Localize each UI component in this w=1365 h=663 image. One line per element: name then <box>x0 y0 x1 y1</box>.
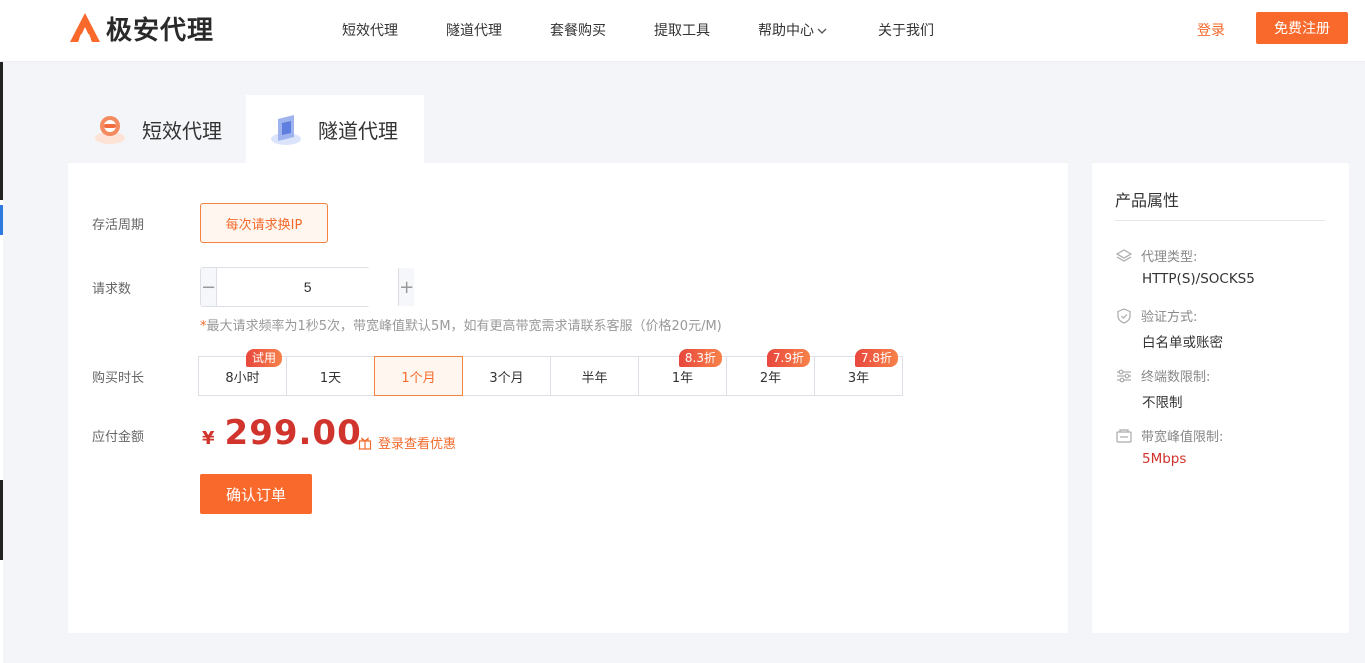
sliders-icon <box>1117 369 1131 382</box>
window-edge <box>0 0 3 663</box>
duration-option-1y[interactable]: 1年 8.3折 <box>638 349 727 396</box>
chevron-down-icon <box>817 28 827 34</box>
property-auth-method: 验证方式: 白名单或账密 <box>1115 306 1335 351</box>
tab-tunnel-proxy-label: 隧道代理 <box>318 118 398 143</box>
nav-tunnel-proxy[interactable]: 隧道代理 <box>446 20 502 40</box>
short-proxy-icon <box>95 116 125 144</box>
discount-badge: 7.8折 <box>854 349 898 367</box>
discount-badge: 7.9折 <box>766 349 810 367</box>
price-amount: 299.00 <box>224 413 362 453</box>
requests-label: 请求数 <box>92 282 132 297</box>
duration-options: 8小时 试用 1天 1个月 3个月 半年 1年 8.3折 2年 7.9折 3年 … <box>198 349 903 396</box>
nav-short-proxy[interactable]: 短效代理 <box>342 20 398 40</box>
price-display: ¥ 299.00 <box>202 413 362 453</box>
shield-icon <box>1117 307 1131 324</box>
currency-symbol: ¥ <box>202 428 215 449</box>
property-value: 不限制 <box>1142 395 1183 411</box>
cycle-label: 存活周期 <box>92 218 145 233</box>
logo-text: 极安代理 <box>106 15 215 46</box>
duration-option-label: 2年 <box>759 370 782 386</box>
property-value: HTTP(S)/SOCKS5 <box>1142 271 1255 287</box>
duration-option-3m[interactable]: 3个月 <box>462 356 551 396</box>
register-button[interactable]: 免费注册 <box>1256 12 1348 44</box>
property-terminal-limit: 终端数限制: 不限制 <box>1115 366 1335 411</box>
requests-stepper: − + <box>200 267 415 307</box>
duration-option-half-year[interactable]: 半年 <box>550 356 639 396</box>
duration-option-1m[interactable]: 1个月 <box>374 356 463 396</box>
increment-button[interactable]: + <box>398 268 415 306</box>
property-proxy-type: 代理类型: HTTP(S)/SOCKS5 <box>1115 246 1335 287</box>
property-label: 验证方式: <box>1141 310 1198 325</box>
logo[interactable]: 极安代理 <box>68 11 215 46</box>
divider <box>1115 220 1325 221</box>
order-card: 存活周期 每次请求换IP 请求数 − + *最大请求频率为1秒5次，带宽峰值默认… <box>68 163 1068 633</box>
layers-icon <box>1115 248 1133 262</box>
bandwidth-hint: *最大请求频率为1秒5次，带宽峰值默认5M，如有更高带宽需求请联系客服（价格20… <box>200 315 722 334</box>
duration-option-label: 1年 <box>671 370 694 386</box>
gift-icon <box>358 436 372 450</box>
promo-text: 登录查看优惠 <box>378 437 457 452</box>
tab-short-proxy[interactable]: 短效代理 <box>68 95 244 163</box>
top-header: 极安代理 短效代理 隧道代理 套餐购买 提取工具 帮助中心 关于我们 登录 免费… <box>0 0 1365 62</box>
duration-option-3y[interactable]: 3年 7.8折 <box>814 349 903 396</box>
bandwidth-icon <box>1116 428 1132 443</box>
property-value: 白名单或账密 <box>1142 335 1223 351</box>
duration-option-label: 1个月 <box>401 370 436 386</box>
nav-extract-tool[interactable]: 提取工具 <box>654 20 710 40</box>
property-value: 5Mbps <box>1142 451 1187 467</box>
duration-option-label: 1天 <box>319 370 342 386</box>
tab-short-proxy-label: 短效代理 <box>142 118 222 143</box>
duration-option-label: 3个月 <box>489 370 524 386</box>
logo-icon <box>70 13 100 42</box>
cycle-option-button[interactable]: 每次请求换IP <box>200 203 328 243</box>
amount-label: 应付金额 <box>92 430 145 445</box>
properties-title: 产品属性 <box>1115 191 1180 210</box>
property-bandwidth-limit: 带宽峰值限制: 5Mbps <box>1115 426 1335 467</box>
tunnel-proxy-icon <box>271 115 301 145</box>
property-label: 终端数限制: <box>1141 370 1211 385</box>
duration-option-1d[interactable]: 1天 <box>286 356 375 396</box>
confirm-order-button[interactable]: 确认订单 <box>200 474 312 514</box>
trial-badge: 试用 <box>245 349 282 367</box>
duration-option-label: 3年 <box>847 370 870 386</box>
property-label: 带宽峰值限制: <box>1141 430 1224 445</box>
decrement-button[interactable]: − <box>201 268 218 306</box>
nav-package-buy[interactable]: 套餐购买 <box>550 20 606 40</box>
promo-link[interactable]: 登录查看优惠 <box>358 433 456 452</box>
nav-help-center-label: 帮助中心 <box>758 23 814 39</box>
duration-option-label: 半年 <box>581 370 608 386</box>
duration-label: 购买时长 <box>92 371 145 386</box>
discount-badge: 8.3折 <box>678 349 722 367</box>
duration-option-8h[interactable]: 8小时 试用 <box>198 349 287 396</box>
duration-option-label: 8小时 <box>225 370 260 386</box>
hint-text: 最大请求频率为1秒5次，带宽峰值默认5M，如有更高带宽需求请联系客服（价格20元… <box>206 319 722 334</box>
property-label: 代理类型: <box>1141 250 1198 265</box>
nav-help-center[interactable]: 帮助中心 <box>758 20 828 40</box>
nav-about-us[interactable]: 关于我们 <box>878 20 934 40</box>
tab-tunnel-proxy[interactable]: 隧道代理 <box>246 95 424 163</box>
login-link[interactable]: 登录 <box>1197 20 1225 40</box>
requests-input[interactable] <box>217 268 399 306</box>
product-properties-card: 产品属性 代理类型: HTTP(S)/SOCKS5 验证方式: 白名单或账密 终… <box>1092 163 1349 633</box>
duration-option-2y[interactable]: 2年 7.9折 <box>726 349 815 396</box>
